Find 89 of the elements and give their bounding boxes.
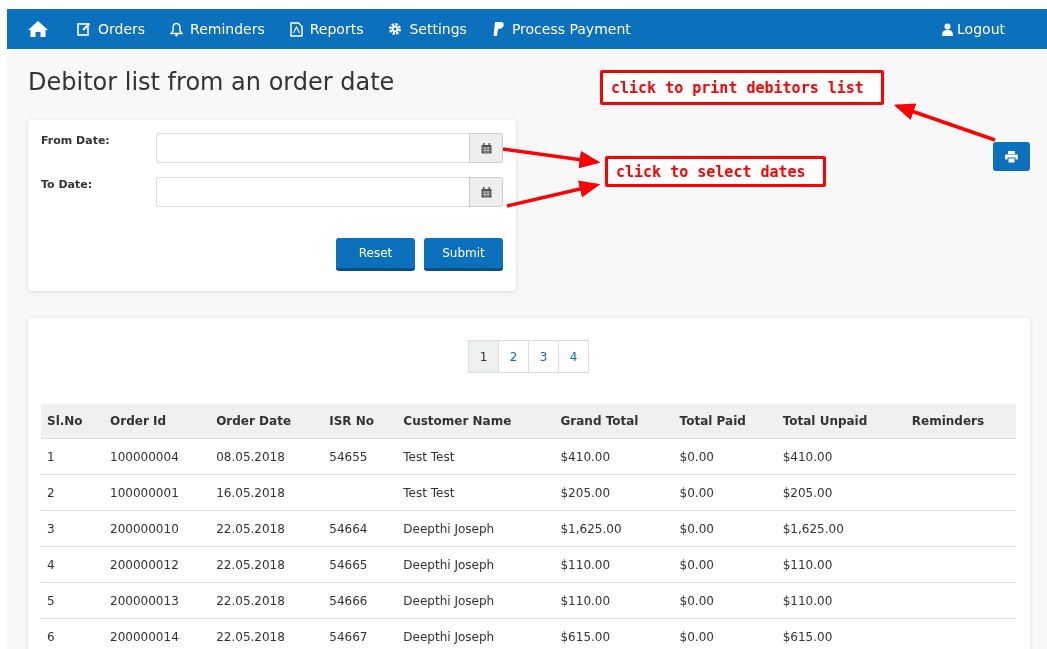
table-cell: 16.05.2018 [216, 485, 285, 500]
nav-link[interactable]: Reports [289, 21, 364, 37]
logout-link[interactable]: Logout [942, 21, 1005, 37]
calendar-icon [480, 142, 492, 154]
table-cell: $110.00 [560, 593, 611, 608]
table-cell: 54667 [329, 629, 368, 644]
table-cell: $1,625.00 [782, 521, 844, 536]
table-cell: 22.05.2018 [216, 521, 285, 536]
table-cell: $410.00 [560, 449, 611, 464]
table-cell: $615.00 [560, 629, 611, 644]
table-cell: $205.00 [560, 485, 611, 500]
page-link[interactable]: 2 [498, 340, 529, 373]
home-icon [27, 20, 49, 38]
column-header: Customer Name [403, 414, 512, 428]
table-cell: 54664 [329, 521, 368, 536]
nav-link[interactable]: Process Payment [491, 21, 631, 37]
table-cell: $110.00 [560, 557, 611, 572]
field-label: To Date: [41, 177, 94, 193]
table-cell: $0.00 [679, 485, 714, 500]
table-cell: $0.00 [679, 557, 714, 572]
table-cell: Test Test [403, 485, 455, 500]
table-cell: 22.05.2018 [216, 629, 285, 644]
table-cell: $615.00 [782, 629, 833, 644]
column-header: Order Date [216, 414, 292, 428]
table-cell: Deepthi Joseph [403, 593, 495, 608]
table-cell: Deepthi Joseph [403, 629, 495, 644]
table-cell: $110.00 [782, 593, 833, 608]
column-header: Total Unpaid [782, 414, 868, 428]
table-cell: 100000004 [110, 449, 179, 464]
calendar-button[interactable] [469, 133, 503, 163]
table-cell: 200000013 [110, 593, 179, 608]
table-cell: 54666 [329, 593, 368, 608]
table-cell: 54665 [329, 557, 368, 572]
nav-link[interactable]: Reminders [170, 21, 265, 37]
column-header: ISR No [329, 414, 375, 428]
table-cell: 54655 [329, 449, 368, 464]
column-header: Order Id [110, 414, 167, 428]
print-button[interactable] [993, 142, 1030, 171]
page-link[interactable]: 1 [468, 340, 499, 373]
table-cell: $0.00 [679, 593, 714, 608]
table-cell: 5 [47, 593, 55, 608]
settings-icon [388, 22, 403, 36]
table-cell: $205.00 [782, 485, 833, 500]
date-field[interactable] [156, 133, 469, 163]
column-header: Grand Total [560, 414, 639, 428]
reset-button[interactable]: Reset [336, 238, 415, 271]
paypal-icon [491, 21, 505, 37]
table-cell: $0.00 [679, 521, 714, 536]
calendar-icon [480, 186, 492, 198]
page-link[interactable]: 3 [528, 340, 559, 373]
column-header: Reminders [911, 414, 985, 428]
table-cell: $0.00 [679, 629, 714, 644]
submit-button[interactable]: Submit [424, 238, 503, 271]
table-cell: $110.00 [782, 557, 833, 572]
page-title: Debitor list from an order date [28, 67, 396, 98]
table-cell: 6 [47, 629, 55, 644]
column-header: Total Paid [679, 414, 746, 428]
table-cell: $410.00 [782, 449, 833, 464]
print-icon [1005, 150, 1018, 163]
table-cell: Deepthi Joseph [403, 557, 495, 572]
table-cell: 22.05.2018 [216, 593, 285, 608]
table-cell: 22.05.2018 [216, 557, 285, 572]
edit-icon [77, 22, 91, 36]
column-header: Sl.No [47, 414, 83, 428]
table-cell: 200000012 [110, 557, 179, 572]
table-cell: $0.00 [679, 449, 714, 464]
table-cell: 200000010 [110, 521, 179, 536]
callout-label: click to print debitors list [600, 70, 884, 105]
table-cell: 1 [47, 449, 55, 464]
home-link[interactable] [27, 20, 49, 38]
table-cell: 200000014 [110, 629, 179, 644]
table-cell: Test Test [403, 449, 455, 464]
page-link[interactable]: 4 [558, 340, 589, 373]
table-cell: $1,625.00 [560, 521, 622, 536]
table-cell: 2 [47, 485, 55, 500]
field-label: From Date: [41, 133, 111, 149]
date-field[interactable] [156, 177, 469, 207]
user-icon [942, 22, 954, 36]
calendar-button[interactable] [469, 177, 503, 207]
bell-icon [170, 21, 184, 37]
table-cell: Deepthi Joseph [403, 521, 495, 536]
table-cell: 08.05.2018 [216, 449, 285, 464]
table-cell: 4 [47, 557, 55, 572]
pdf-file-icon [289, 21, 303, 37]
table-cell: 3 [47, 521, 55, 536]
nav-link[interactable]: Settings [388, 21, 467, 37]
nav-link[interactable]: Orders [77, 21, 146, 37]
callout-label: click to select dates [605, 156, 826, 187]
table-cell: 100000001 [110, 485, 179, 500]
